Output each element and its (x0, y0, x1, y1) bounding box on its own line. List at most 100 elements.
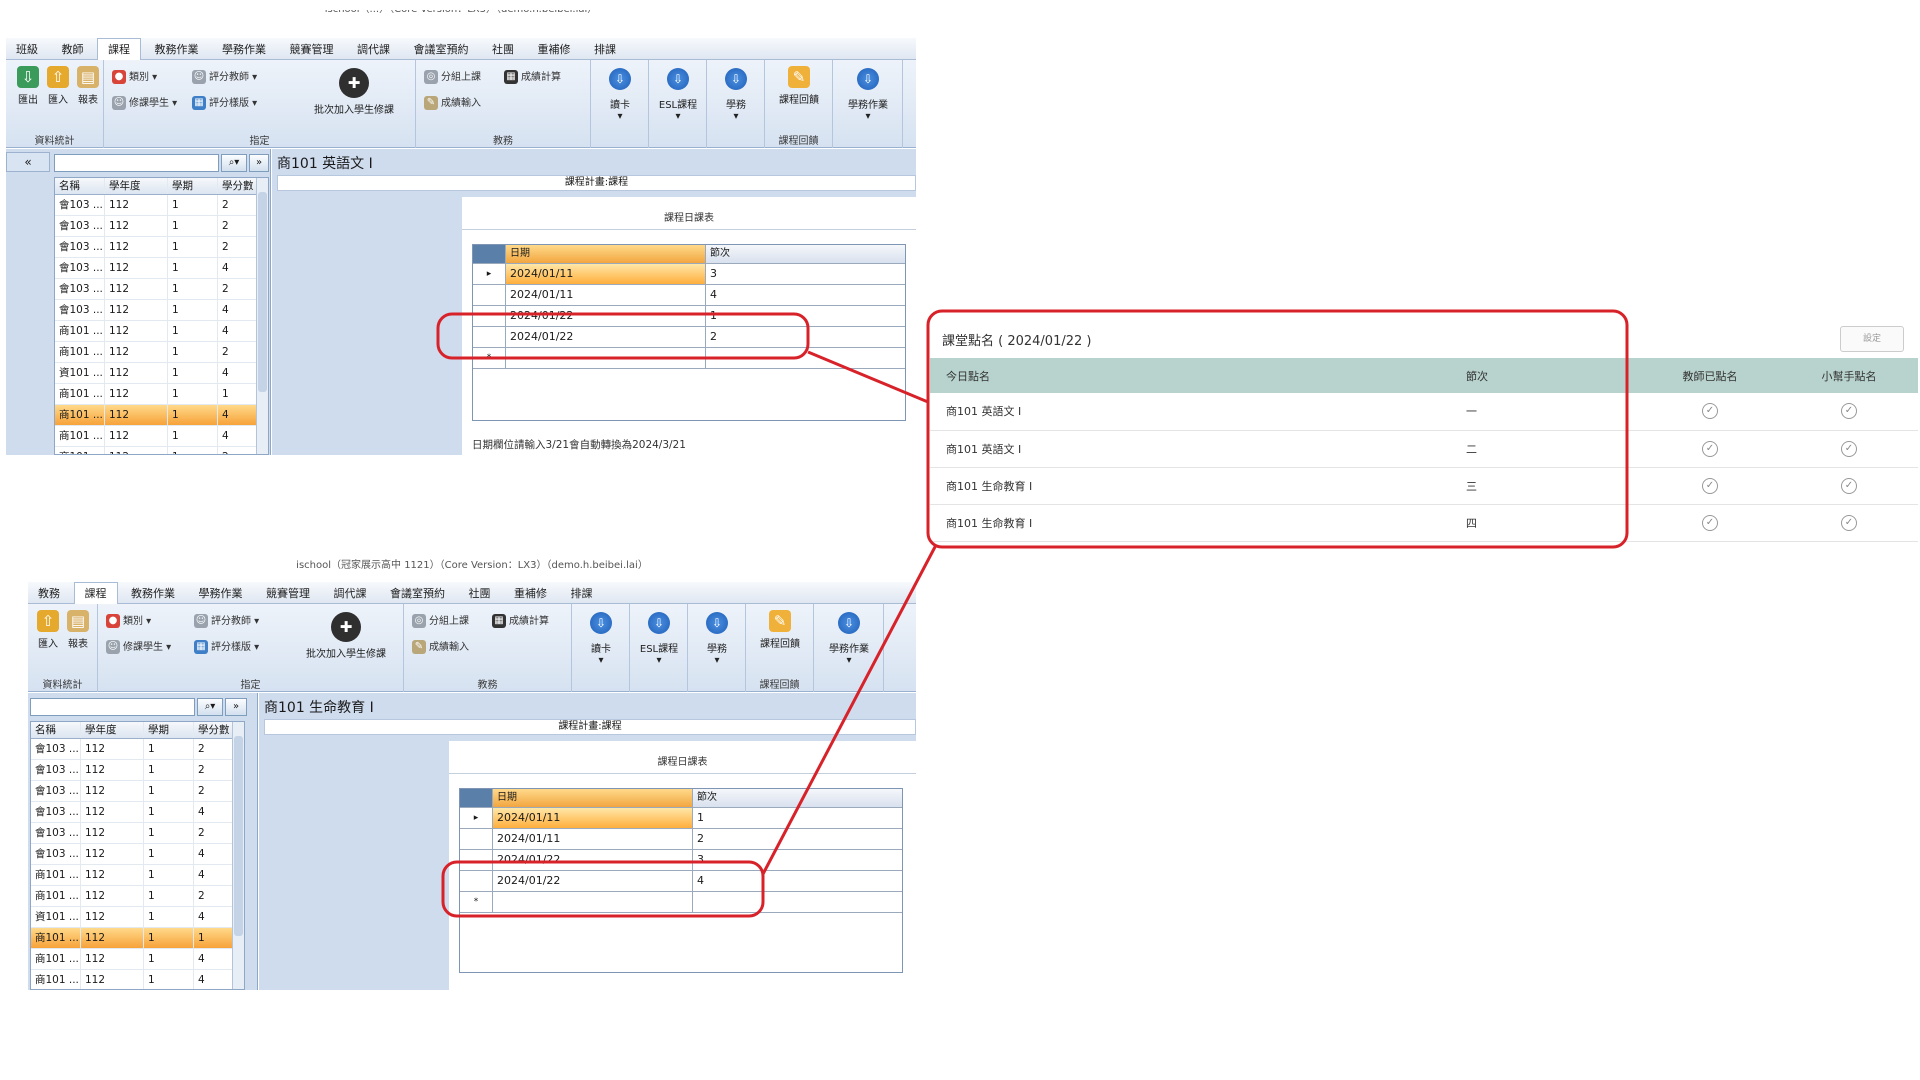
new-row[interactable]: * (473, 348, 905, 369)
tab-scheduling[interactable]: 排課 (561, 583, 603, 605)
column-header[interactable]: 學年度 (81, 722, 144, 738)
tab-scheduling[interactable]: 排課 (584, 39, 626, 61)
list-item[interactable]: 會103 ... 112 1 4 (31, 844, 244, 865)
read-card-button[interactable]: ⇩ 讀卡 ▾ (597, 68, 643, 122)
date-cell[interactable]: 2024/01/22 (493, 850, 693, 870)
schedule-row[interactable]: 2024/01/22 1 (473, 306, 905, 327)
tab-makeup[interactable]: 重補修 (528, 39, 581, 61)
period-cell[interactable]: 2 (706, 327, 905, 347)
row-indicator[interactable] (460, 850, 493, 870)
column-header[interactable]: 名稱 (55, 178, 105, 194)
list-item[interactable]: 會103 ... 112 1 2 (31, 760, 244, 781)
list-item[interactable]: 商101 ... 112 1 4 (55, 405, 268, 426)
column-header[interactable]: 學分數 (218, 178, 258, 194)
list-item[interactable]: 會103 ... 112 1 2 (55, 237, 268, 258)
date-cell[interactable]: 2024/01/22 (506, 306, 706, 326)
list-item[interactable]: 商101 ... 112 1 4 (55, 321, 268, 342)
batch-add-students-button[interactable]: ✚ 批次加入學生修課 (294, 612, 398, 660)
row-indicator[interactable] (460, 829, 493, 849)
export-button[interactable]: ⇩ 匯出 (14, 66, 42, 106)
tab-substitute[interactable]: 調代課 (347, 39, 400, 61)
tab-club[interactable]: 社團 (482, 39, 524, 61)
period-cell[interactable] (693, 892, 902, 912)
row-indicator[interactable] (460, 871, 493, 891)
period-cell[interactable]: 3 (693, 850, 902, 870)
esl-course-button[interactable]: ⇩ ESL課程 ▾ (634, 612, 684, 666)
column-header-period[interactable]: 節次 (693, 789, 902, 807)
import-button[interactable]: ⇧ 匯入 (44, 66, 72, 106)
tab-student-ops[interactable]: 學務作業 (212, 39, 276, 61)
course-students-button[interactable]: ☺ 修課學生 ▾ (106, 638, 171, 654)
course-feedback-button[interactable]: ✎ 課程回饋 (769, 66, 829, 106)
period-cell[interactable]: 2 (693, 829, 902, 849)
scrollbar[interactable] (232, 722, 244, 989)
list-item[interactable]: 會103 ... 112 1 2 (55, 279, 268, 300)
list-item[interactable]: 商101 ...11212 (55, 342, 268, 363)
row-indicator[interactable]: ▸ (460, 808, 493, 828)
schedule-row[interactable]: ▸ 2024/01/11 3 (473, 264, 905, 285)
collapse-button[interactable]: « (6, 152, 50, 172)
score-template-button[interactable]: ▦ 評分樣版 ▾ (194, 638, 259, 654)
tab-academic-ops[interactable]: 教務作業 (145, 39, 209, 61)
list-item[interactable]: 會103 ... 112 1 2 (55, 195, 268, 216)
grade-input-button[interactable]: ✎ 成績輸入 (412, 638, 469, 654)
row-indicator[interactable] (473, 285, 506, 305)
list-item[interactable]: 會103 ... 112 1 2 (31, 739, 244, 760)
tab-course[interactable]: 課程 (73, 582, 118, 605)
date-cell[interactable]: 2024/01/22 (493, 871, 693, 891)
import-button[interactable]: ⇧ 匯入 (34, 610, 62, 650)
category-button[interactable]: ● 類別 ▾ (106, 612, 151, 628)
column-header-date[interactable]: 日期 (493, 789, 693, 807)
column-header-period[interactable]: 節次 (706, 245, 905, 263)
search-input[interactable] (30, 698, 195, 716)
tab-substitute[interactable]: 調代課 (324, 583, 377, 605)
list-item[interactable]: 商101 ... 112 1 4 (31, 970, 244, 989)
report-button[interactable]: ▤ 報表 (74, 66, 102, 106)
list-item[interactable]: 會103 ... 112 1 2 (31, 823, 244, 844)
list-item[interactable]: 商101 ... 112 1 1 (55, 384, 268, 405)
period-cell[interactable] (706, 348, 905, 368)
new-row[interactable]: * (460, 892, 902, 913)
date-cell[interactable]: 2024/01/11 (506, 285, 706, 305)
learning-button[interactable]: ⇩ 學務 ▾ (713, 68, 759, 122)
tab-room-booking[interactable]: 會議室預約 (380, 583, 455, 605)
row-indicator[interactable] (473, 327, 506, 347)
search-input[interactable] (54, 154, 219, 172)
date-cell[interactable]: 2024/01/11 (506, 264, 706, 284)
date-cell[interactable]: 2024/01/11 (493, 808, 693, 828)
list-item[interactable]: 商101 ...11212 (55, 447, 268, 454)
list-item[interactable]: 會103 ... 112 1 4 (55, 300, 268, 321)
list-item[interactable]: 會103 ... 112 1 4 (31, 802, 244, 823)
tab-academic-ops[interactable]: 教務作業 (121, 583, 185, 605)
column-header[interactable]: 學期 (168, 178, 218, 194)
list-item[interactable]: 資101 ... 112 1 4 (55, 363, 268, 384)
period-cell[interactable]: 1 (693, 808, 902, 828)
column-header[interactable]: 學期 (144, 722, 194, 738)
list-item[interactable]: 資101 ... 112 1 4 (31, 907, 244, 928)
course-students-button[interactable]: ☺ 修課學生 ▾ (112, 94, 177, 110)
schedule-row[interactable]: 2024/01/11 2 (460, 829, 902, 850)
schedule-row[interactable]: 2024/01/22 4 (460, 871, 902, 892)
search-icon[interactable]: ⌕▾ (197, 698, 223, 716)
calc-grades-button[interactable]: ▦ 成績計算 (492, 612, 549, 628)
homework-button[interactable]: ⇩ 學務作業 ▾ (818, 612, 880, 666)
tab-teacher[interactable]: 教務 (28, 583, 70, 605)
calc-grades-button[interactable]: ▦ 成績計算 (504, 68, 561, 84)
search-icon[interactable]: ⌕▾ (221, 154, 247, 172)
tab-makeup[interactable]: 重補修 (504, 583, 557, 605)
plan-bar[interactable]: 課程計畫:課程 (264, 719, 916, 735)
schedule-row[interactable]: 2024/01/22 3 (460, 850, 902, 871)
settings-button[interactable]: 設定 (1840, 326, 1904, 352)
batch-add-students-button[interactable]: ✚ 批次加入學生修課 (304, 68, 404, 116)
tab-competition[interactable]: 競賽管理 (256, 583, 320, 605)
tab-competition[interactable]: 競賽管理 (280, 39, 344, 61)
tab-student-ops[interactable]: 學務作業 (189, 583, 253, 605)
row-indicator[interactable] (473, 306, 506, 326)
tab-club[interactable]: 社團 (459, 583, 501, 605)
homework-button[interactable]: ⇩ 學務作業 ▾ (837, 68, 899, 122)
period-cell[interactable]: 4 (693, 871, 902, 891)
list-item[interactable]: 會103 ... 112 1 4 (55, 258, 268, 279)
list-item[interactable]: 會103 ... 112 1 2 (55, 216, 268, 237)
scroll-thumb[interactable] (258, 192, 267, 392)
list-item[interactable]: 商101 ... 112 1 1 (31, 928, 244, 949)
